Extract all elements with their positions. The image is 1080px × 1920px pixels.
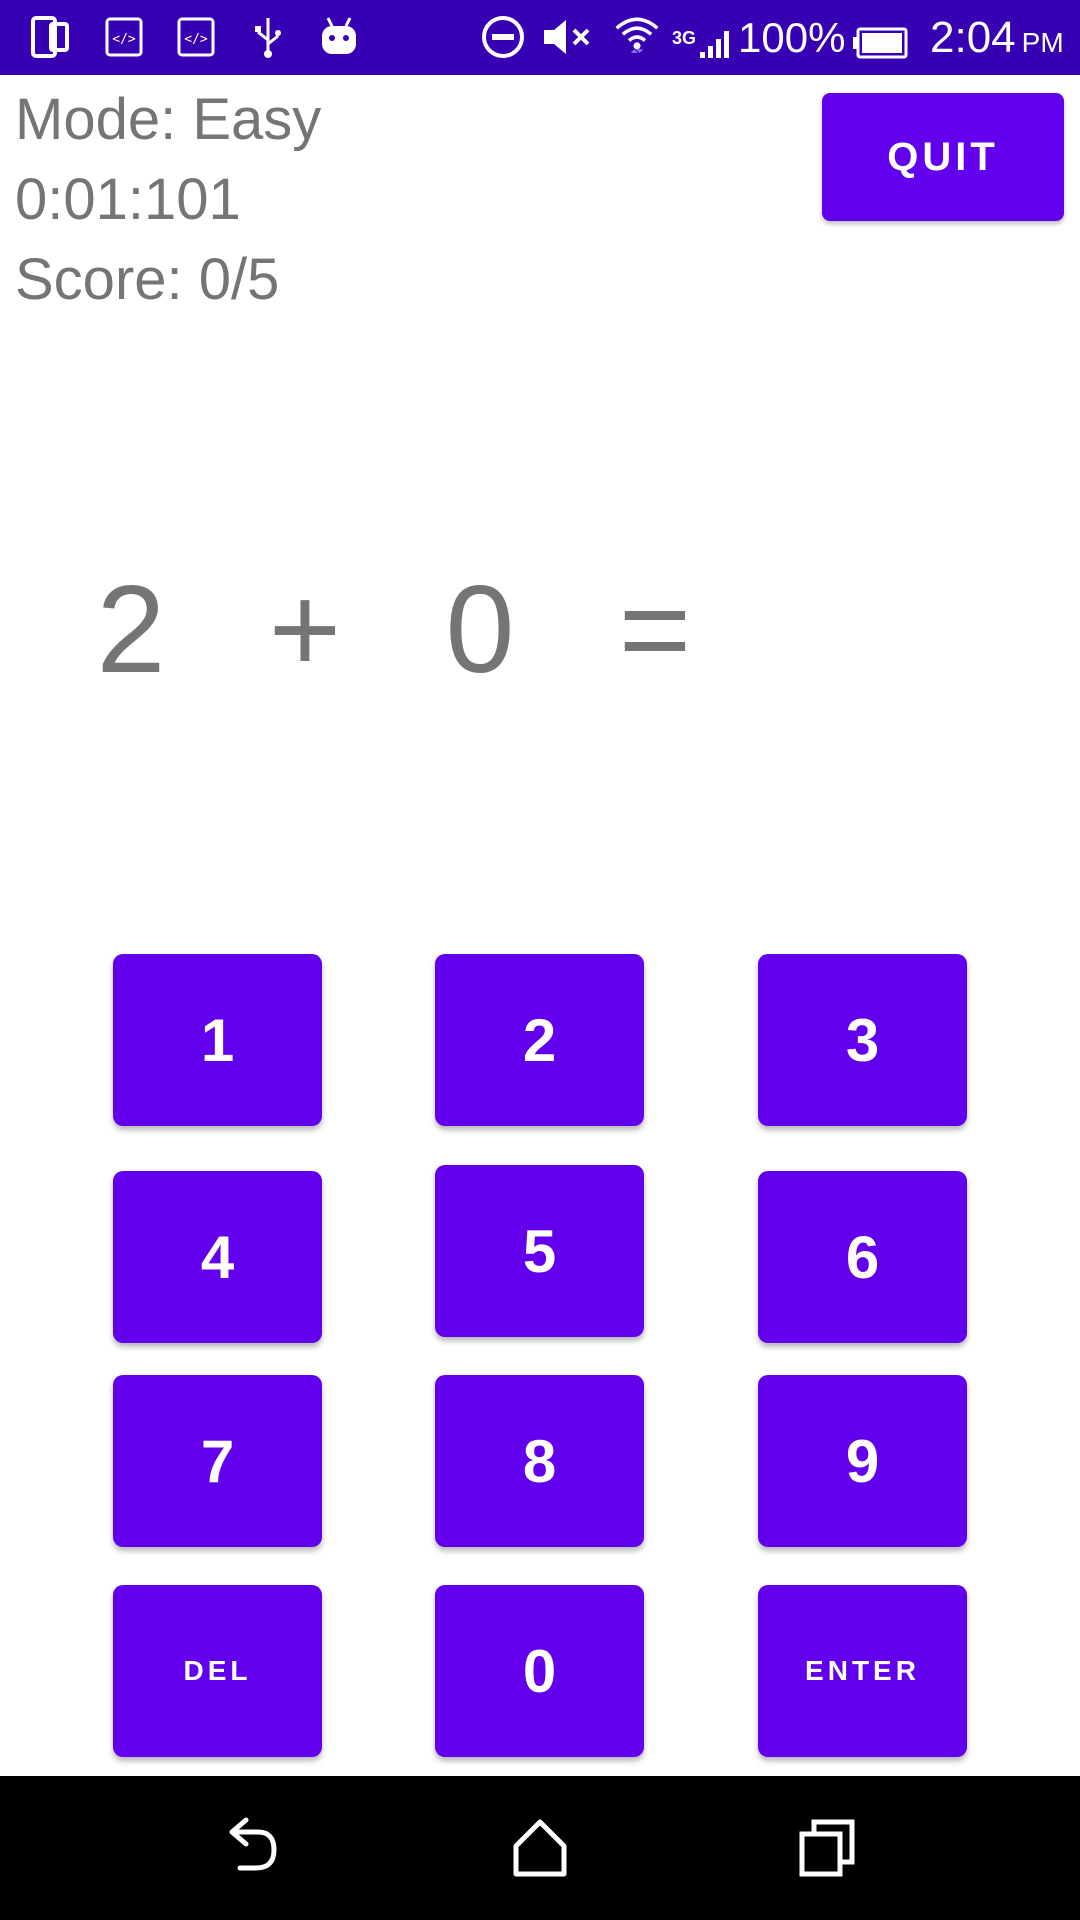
svg-text:</>: </> <box>184 32 208 47</box>
clock-time: 2:04 <box>930 13 1016 62</box>
home-icon[interactable] <box>500 1808 580 1888</box>
equals-sign: = <box>618 561 692 699</box>
mode-label: Mode: Easy <box>15 87 322 152</box>
quit-button[interactable]: QUIT <box>822 93 1064 221</box>
score-label: Score: 0/5 <box>15 247 280 312</box>
back-icon[interactable] <box>212 1808 292 1888</box>
wifi-icon <box>615 17 659 53</box>
code-icon: </> <box>105 17 143 57</box>
status-bar: </> </> 3G 100% 2:04 PM <box>0 0 1080 75</box>
clock-ampm: PM <box>1021 27 1064 58</box>
svg-text:</>: </> <box>112 32 136 47</box>
key-2[interactable]: 2 <box>435 954 644 1126</box>
delete-button[interactable]: DEL <box>113 1585 322 1757</box>
key-5[interactable]: 5 <box>435 1165 644 1337</box>
navigation-bar <box>0 1776 1080 1920</box>
usb-icon <box>255 18 281 58</box>
key-7[interactable]: 7 <box>113 1375 322 1547</box>
android-icon <box>322 17 356 54</box>
code-icon: </> <box>177 17 215 57</box>
operand-2: 0 <box>445 561 515 699</box>
enter-button[interactable]: ENTER <box>758 1585 967 1757</box>
clock: 2:04 PM <box>930 10 1064 71</box>
device-icon <box>31 16 69 58</box>
do-not-disturb-icon <box>482 16 524 58</box>
timer-label: 0:01:101 <box>15 167 241 232</box>
key-3[interactable]: 3 <box>758 954 967 1126</box>
mute-icon <box>544 20 590 54</box>
operator: + <box>268 561 342 699</box>
key-8[interactable]: 8 <box>435 1375 644 1547</box>
operand-1: 2 <box>96 561 166 699</box>
key-0[interactable]: 0 <box>435 1585 644 1757</box>
network-type-label: 3G <box>672 28 697 48</box>
battery-icon <box>853 27 908 59</box>
key-4[interactable]: 4 <box>113 1171 322 1343</box>
key-6[interactable]: 6 <box>758 1171 967 1343</box>
signal-icon <box>700 31 729 58</box>
key-1[interactable]: 1 <box>113 954 322 1126</box>
battery-percent: 100% <box>738 14 846 61</box>
recents-icon[interactable] <box>788 1808 868 1888</box>
key-9[interactable]: 9 <box>758 1375 967 1547</box>
